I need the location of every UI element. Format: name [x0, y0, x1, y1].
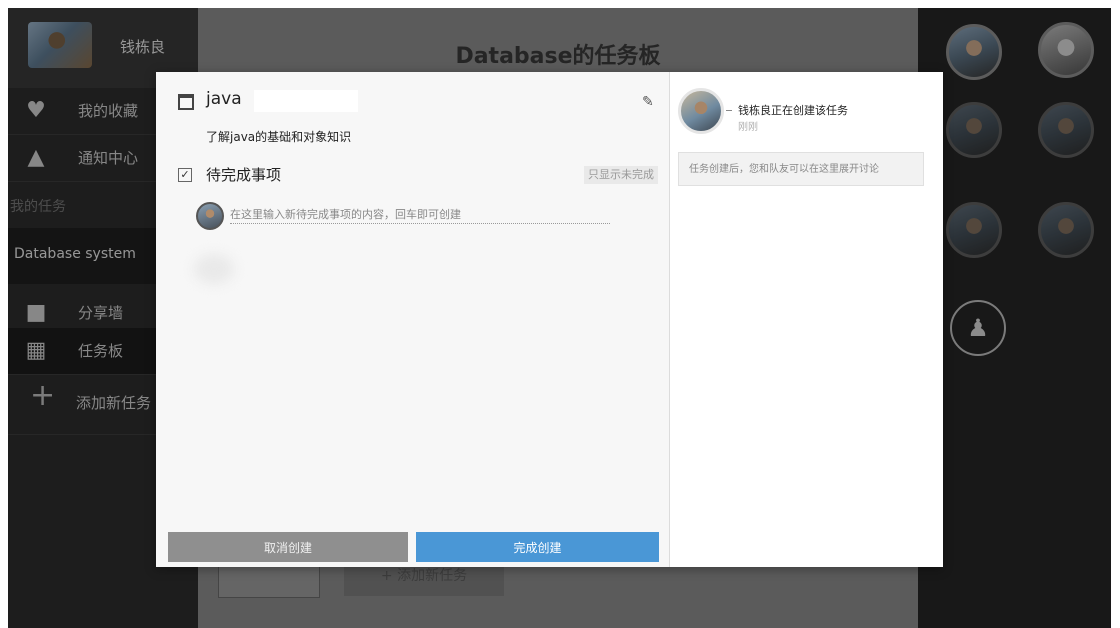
pencil-icon[interactable]: ✎: [642, 94, 654, 110]
activity-connector: [726, 110, 732, 111]
confirm-create-button[interactable]: 完成创建: [416, 532, 659, 562]
task-title-input[interactable]: java: [206, 89, 242, 109]
title-input-field[interactable]: [254, 90, 358, 112]
checkbox-icon: ✓: [178, 168, 192, 182]
activity-text: 钱栋良正在创建该任务: [738, 104, 848, 117]
cancel-button[interactable]: 取消创建: [168, 532, 408, 562]
create-task-dialog: java ✎ 了解java的基础和对象知识 ✓ 待完成事项 只显示未完成 在这里…: [156, 72, 943, 567]
todo-input[interactable]: 在这里输入新待完成事项的内容，回车即可创建: [230, 206, 461, 222]
task-editor: java ✎ 了解java的基础和对象知识 ✓ 待完成事项 只显示未完成 在这里…: [156, 72, 668, 567]
activity-panel: 钱栋良正在创建该任务 刚刚 任务创建后，您和队友可以在这里展开讨论: [669, 72, 943, 567]
activity-timestamp: 刚刚: [738, 122, 758, 133]
avatar: [678, 88, 724, 134]
show-incomplete-toggle[interactable]: 只显示未完成: [584, 166, 658, 184]
calendar-icon: [178, 94, 194, 110]
task-description[interactable]: 了解java的基础和对象知识: [206, 128, 351, 145]
loading-indicator: [194, 254, 234, 284]
avatar: [196, 202, 224, 230]
todo-heading: 待完成事项: [206, 166, 282, 184]
activity-note: 任务创建后，您和队友可以在这里展开讨论: [678, 152, 924, 186]
app-window: 钱栋良 ♥ 我的收藏 ▲ 通知中心 我的任务 Database system ■…: [8, 8, 1111, 628]
todo-input-underline: [230, 223, 610, 224]
